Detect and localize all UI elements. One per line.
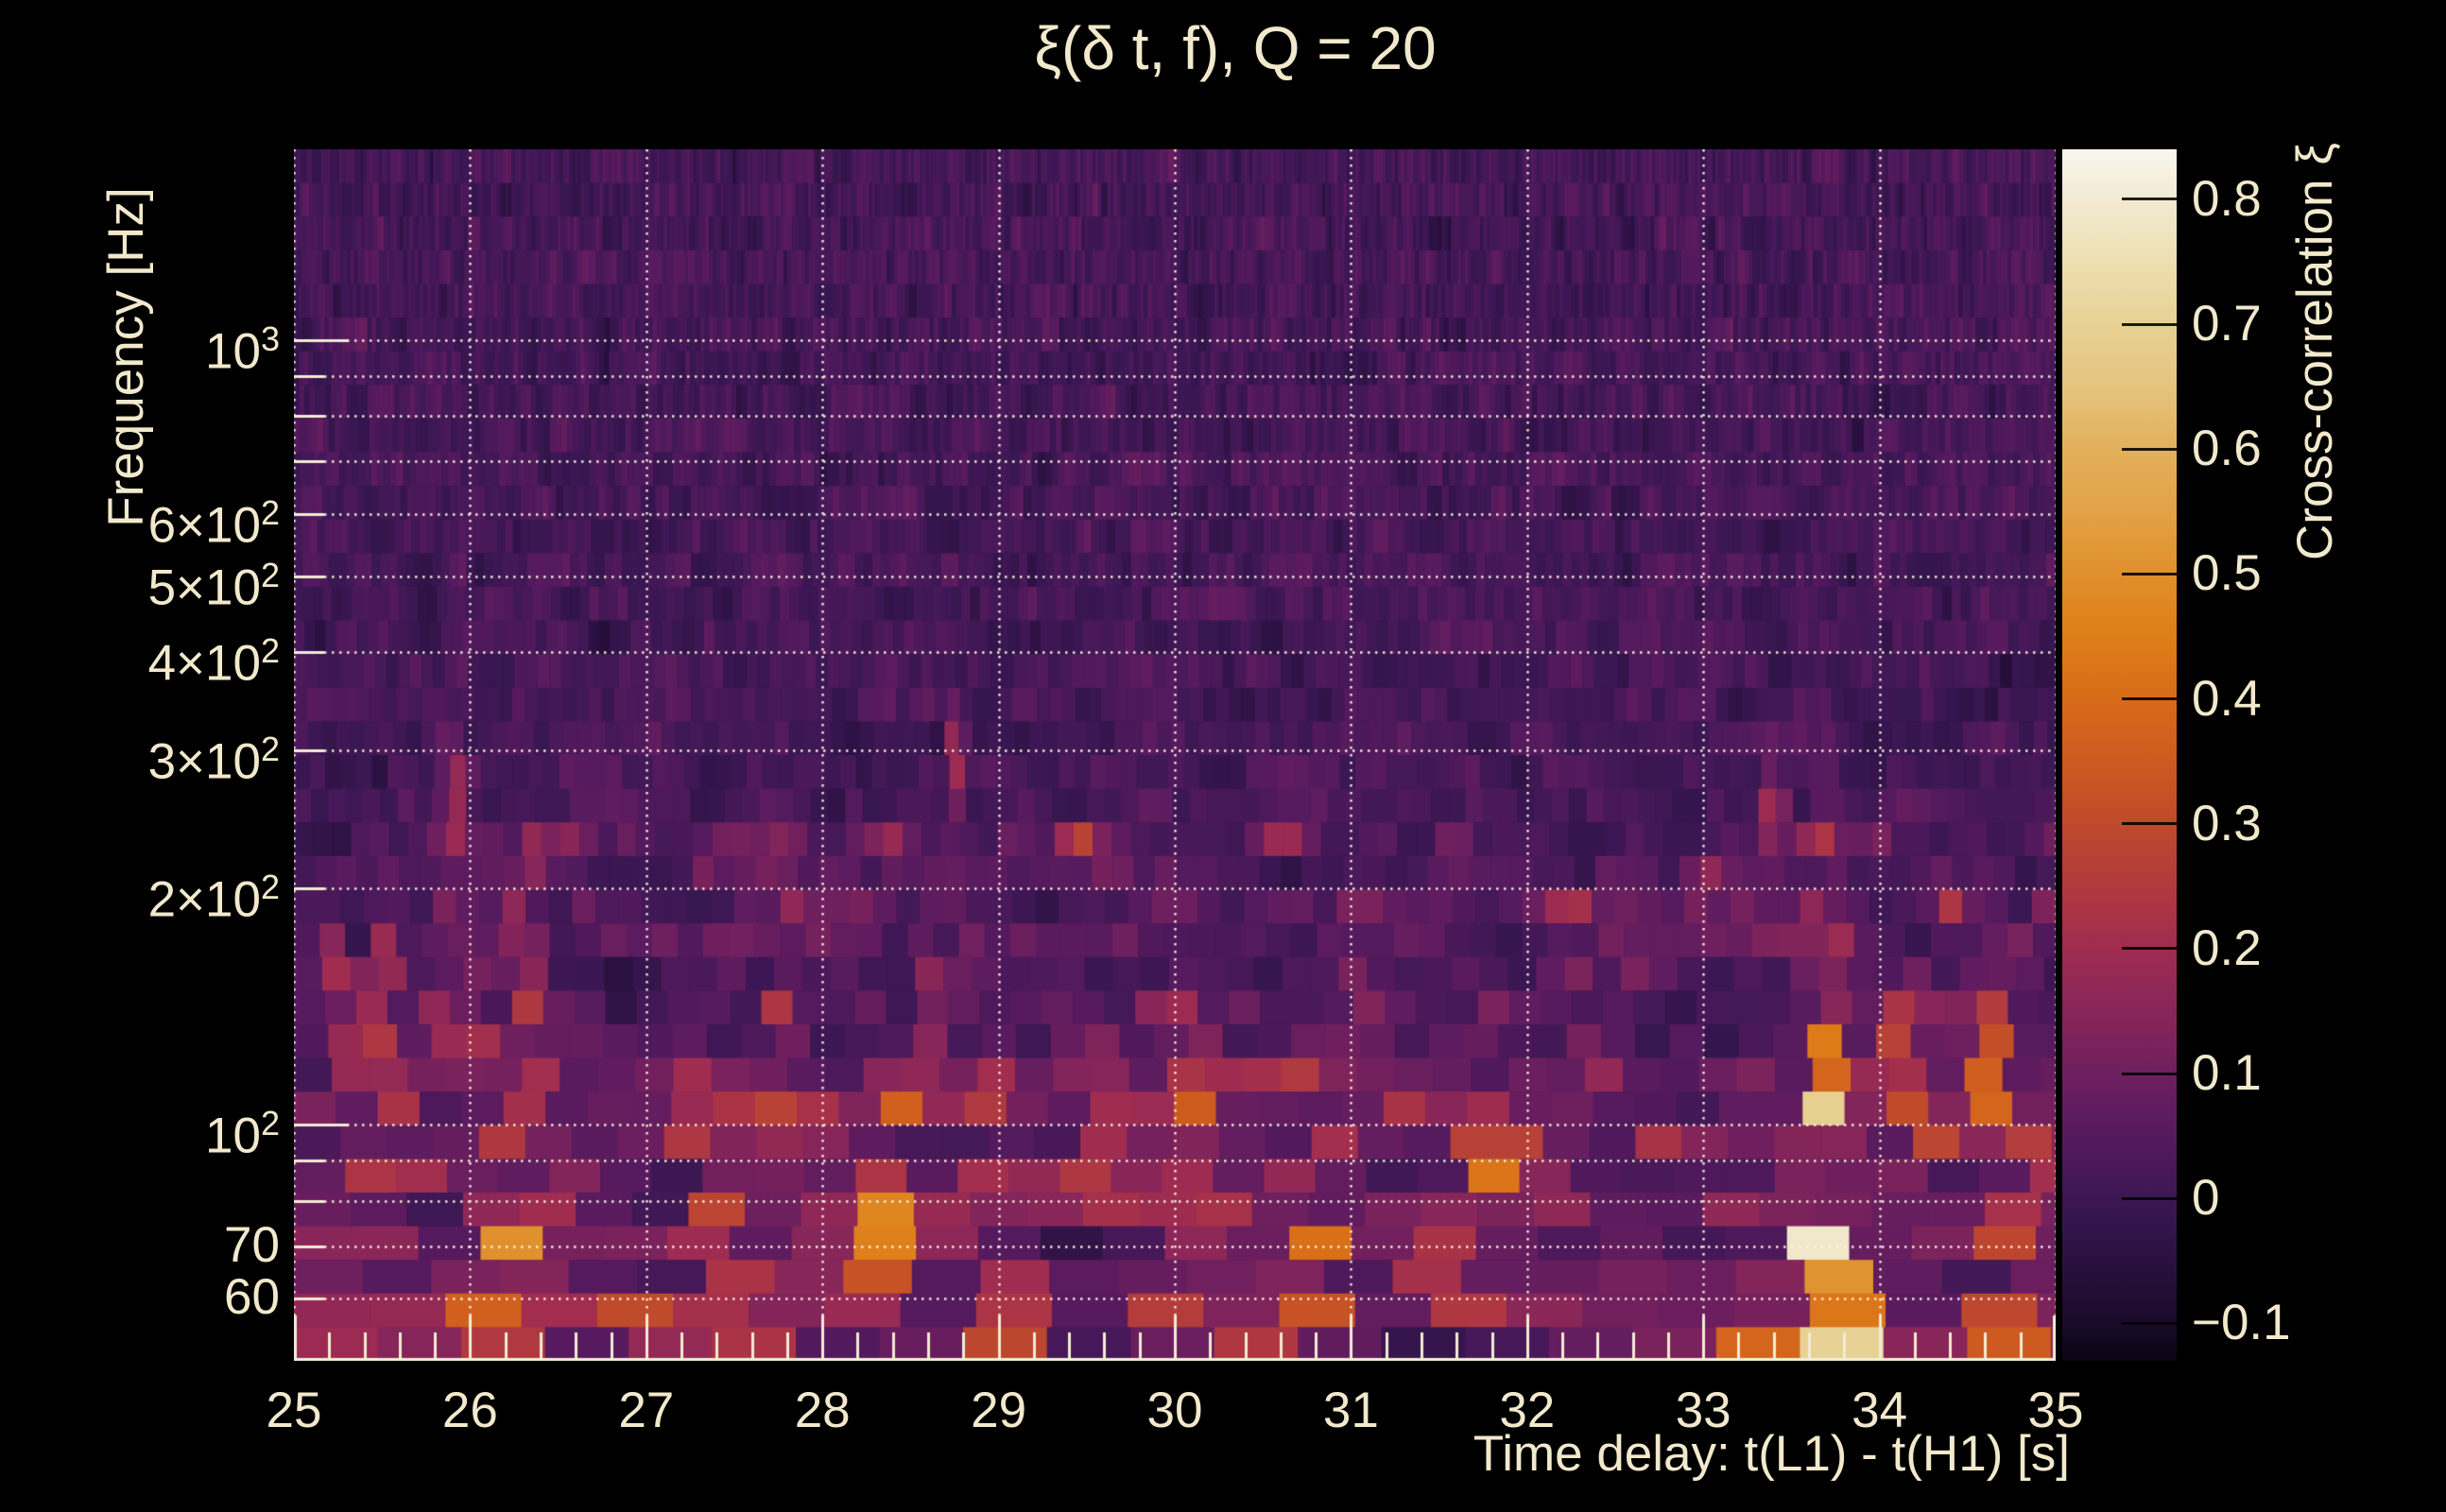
heatmap-canvas — [294, 149, 2056, 1361]
y-tick-label: 3×102 — [0, 720, 280, 792]
colorbar-tick-label: 0 — [2192, 1169, 2419, 1228]
colorbar-gradient — [2062, 149, 2177, 1361]
colorbar-tick-label: 0.3 — [2192, 795, 2419, 853]
colorbar-tick-mark — [2122, 323, 2177, 326]
colorbar-tick-mark — [2122, 1073, 2177, 1075]
y-tick-label: 103 — [0, 310, 280, 382]
colorbar-tick-mark — [2122, 573, 2177, 576]
colorbar-tick-label: 0.2 — [2192, 919, 2419, 978]
y-tick-label: 6×102 — [0, 484, 280, 556]
y-tick-label: 70 — [0, 1216, 280, 1275]
y-tick-label: 4×102 — [0, 622, 280, 694]
colorbar-tick-mark — [2122, 822, 2177, 825]
y-tick-label: 102 — [0, 1094, 280, 1166]
x-axis-title: Time delay: t(L1) - t(H1) [s] — [294, 1425, 2070, 1484]
y-tick-label: 5×102 — [0, 546, 280, 618]
colorbar-tick-label: −0.1 — [2192, 1294, 2419, 1352]
colorbar-tick-label: 0.1 — [2192, 1044, 2419, 1103]
figure: ξ(δ t, f), Q = 20 Frequency [Hz] 1036×10… — [0, 0, 2446, 1512]
y-tick-label: 60 — [0, 1268, 280, 1327]
colorbar-tick-mark — [2122, 1197, 2177, 1200]
y-tick-label: 2×102 — [0, 858, 280, 930]
colorbar-title: Cross-correlation ξ — [2285, 49, 2346, 654]
colorbar-tick-mark — [2122, 448, 2177, 451]
colorbar-tick-label: 0.4 — [2192, 670, 2419, 729]
colorbar-tick-mark — [2122, 947, 2177, 950]
colorbar-tick-mark — [2122, 697, 2177, 700]
colorbar-tick-mark — [2122, 198, 2177, 200]
plot-title: ξ(δ t, f), Q = 20 — [294, 15, 2177, 81]
colorbar-tick-mark — [2122, 1322, 2177, 1325]
